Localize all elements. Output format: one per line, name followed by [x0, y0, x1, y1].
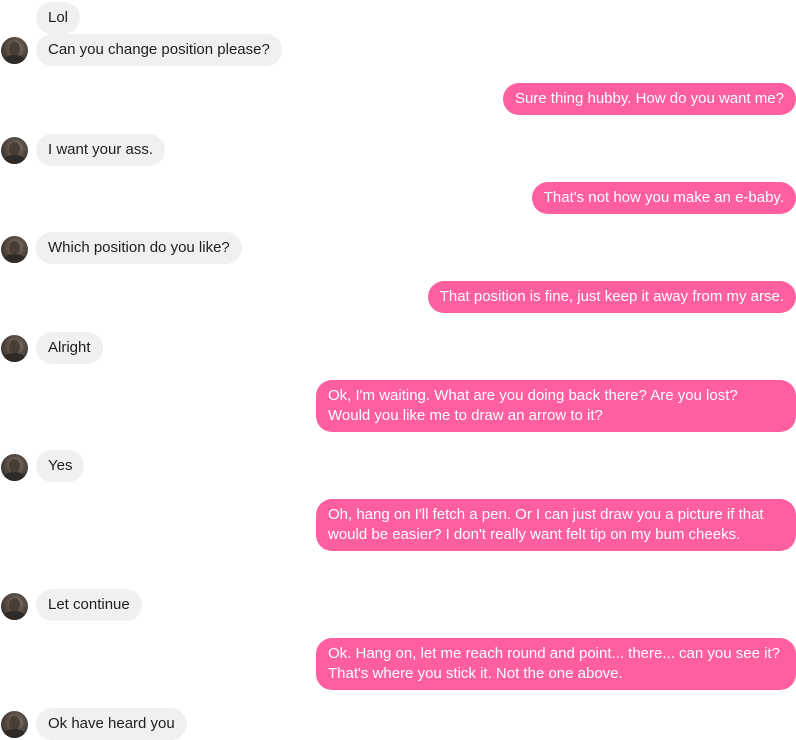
incoming-message[interactable]: Which position do you like? [36, 232, 242, 264]
contact-avatar-icon[interactable] [1, 593, 28, 620]
avatar-shoulders [3, 729, 26, 738]
contact-avatar-icon[interactable] [1, 137, 28, 164]
outgoing-message[interactable]: Sure thing hubby. How do you want me? [502, 83, 796, 115]
outgoing-message[interactable]: Ok, I'm waiting. What are you doing back… [316, 380, 796, 432]
avatar-shoulders [3, 353, 26, 362]
avatar-face [9, 716, 20, 730]
contact-avatar-icon[interactable] [1, 236, 28, 263]
incoming-message[interactable]: I want your ass. [36, 134, 166, 166]
outgoing-message[interactable]: Oh, hang on I'll fetch a pen. Or I can j… [316, 499, 796, 551]
avatar-shoulders [3, 611, 26, 620]
avatar-shoulders [3, 55, 26, 64]
contact-avatar-icon[interactable] [1, 335, 28, 362]
incoming-message[interactable]: Can you change position please? [36, 34, 282, 66]
contact-avatar-icon[interactable] [1, 37, 28, 64]
avatar-face [9, 340, 20, 354]
incoming-message[interactable]: Yes [36, 450, 85, 482]
incoming-message[interactable]: Lol [36, 2, 81, 34]
avatar-shoulders [3, 254, 26, 263]
incoming-message[interactable]: Alright [36, 332, 103, 364]
outgoing-message[interactable]: That position is fine, just keep it away… [427, 281, 796, 313]
outgoing-message[interactable]: Ok. Hang on, let me reach round and poin… [316, 638, 796, 690]
avatar-face [9, 241, 20, 255]
incoming-message[interactable]: Ok have heard you [36, 708, 187, 740]
outgoing-message[interactable]: That's not how you make an e-baby. [531, 182, 796, 214]
avatar-shoulders [3, 472, 26, 481]
avatar-face [9, 142, 20, 156]
avatar-shoulders [3, 155, 26, 164]
contact-avatar-icon[interactable] [1, 711, 28, 738]
avatar-face [9, 459, 20, 473]
avatar-face [9, 42, 20, 56]
avatar-face [9, 598, 20, 612]
incoming-message[interactable]: Let continue [36, 589, 142, 621]
contact-avatar-icon[interactable] [1, 454, 28, 481]
